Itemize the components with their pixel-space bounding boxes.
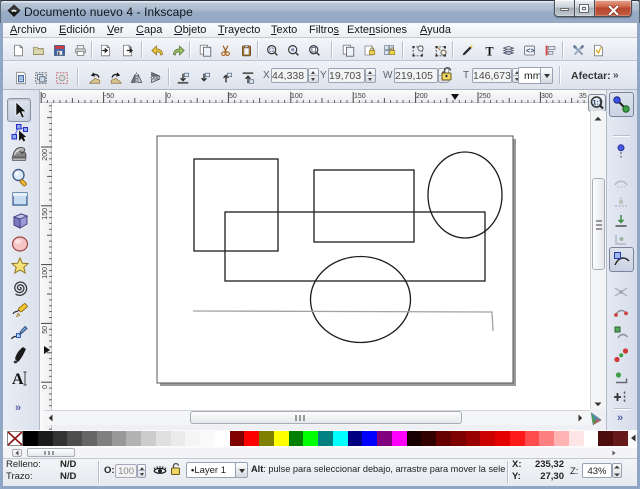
- svg-text:150: 150: [354, 93, 366, 100]
- svg-text:200: 200: [42, 149, 49, 161]
- svg-text:300: 300: [541, 93, 553, 100]
- svg-text:-50: -50: [104, 93, 114, 100]
- svg-text:100: 100: [42, 267, 49, 279]
- svg-text:0: 0: [42, 93, 46, 100]
- svg-text:50: 50: [42, 326, 49, 334]
- svg-text:35: 35: [579, 93, 587, 100]
- svg-text:150: 150: [42, 208, 49, 220]
- svg-text:0: 0: [167, 93, 171, 100]
- svg-text:T: T: [485, 44, 493, 57]
- svg-text:250: 250: [479, 93, 491, 100]
- svg-text:200: 200: [416, 93, 428, 100]
- svg-text:0: 0: [42, 385, 49, 389]
- svg-text:A: A: [12, 371, 24, 388]
- svg-text:50: 50: [229, 93, 237, 100]
- svg-text:100: 100: [291, 93, 303, 100]
- svg-text:<>: <>: [526, 48, 535, 56]
